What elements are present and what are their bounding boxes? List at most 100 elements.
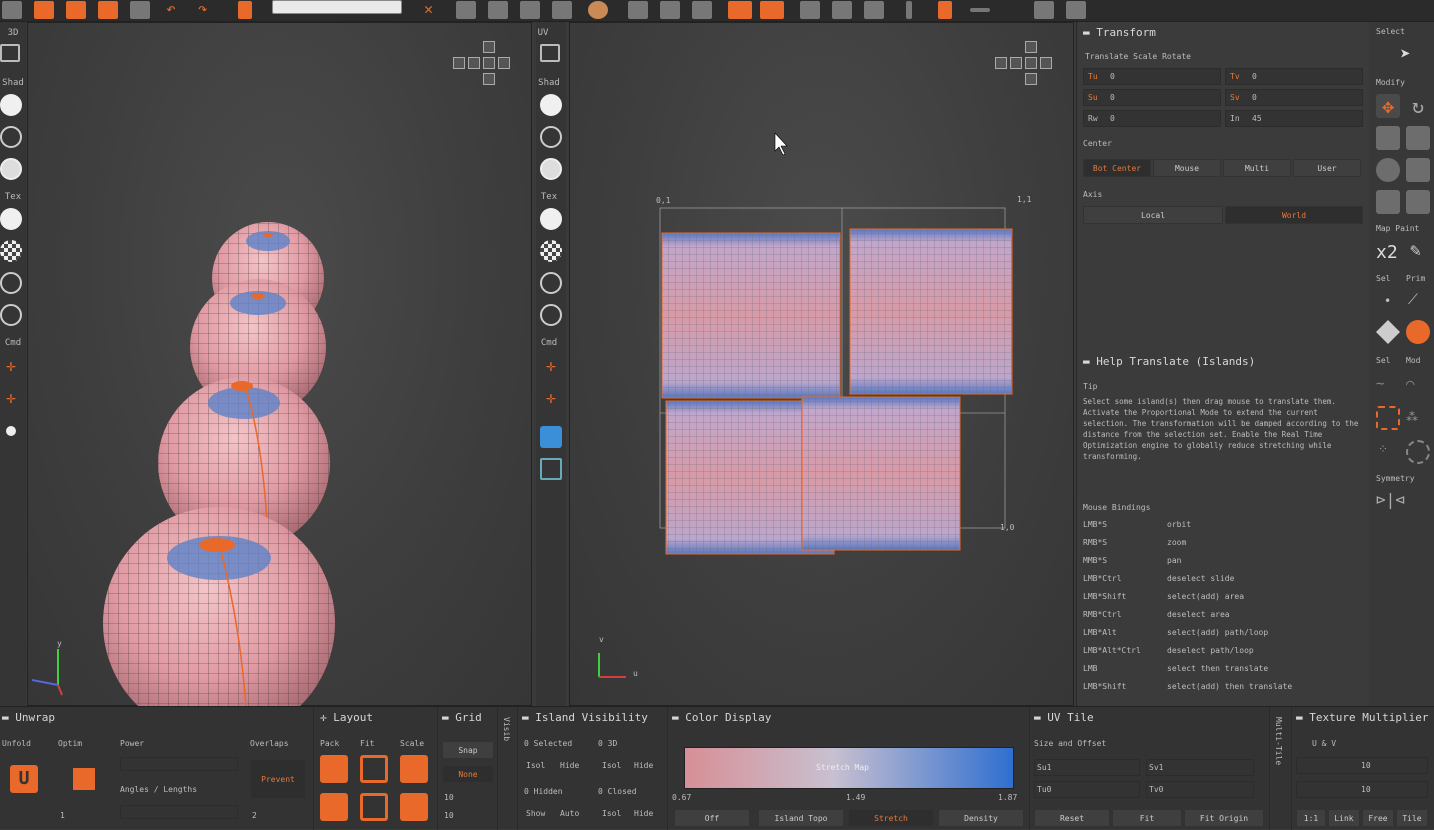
redo-icon[interactable]: ↷ <box>198 1 218 19</box>
fit-tile-button[interactable]: Fit <box>1112 809 1182 827</box>
new-file-icon[interactable] <box>2 1 22 19</box>
optimize-icon[interactable] <box>800 1 820 19</box>
hide-button-1[interactable]: Hide <box>560 761 579 770</box>
reset-button[interactable]: Reset <box>1034 809 1110 827</box>
sv-field[interactable]: Sv 0 <box>1225 89 1363 106</box>
import-icon[interactable] <box>130 1 150 19</box>
uv-rotate-icon[interactable] <box>540 426 562 448</box>
save-as-icon[interactable] <box>98 1 118 19</box>
settings-icon[interactable] <box>1066 1 1086 19</box>
arc-icon[interactable]: ⌒ <box>1406 376 1414 392</box>
fit-button[interactable] <box>360 755 388 783</box>
color-off-button[interactable]: Off <box>674 809 750 827</box>
magnet-icon[interactable] <box>1376 190 1400 214</box>
tv-field[interactable]: Tv 0 <box>1225 68 1363 85</box>
isol-button-3[interactable]: Isol <box>602 809 621 818</box>
uv-wire-icon[interactable] <box>540 126 562 148</box>
uv-shade-icon[interactable] <box>540 94 562 116</box>
multitile-label[interactable]: Multi-Tile <box>1274 717 1283 765</box>
show-button[interactable]: Show <box>526 809 545 818</box>
frame-icon[interactable] <box>0 44 20 62</box>
uv-pack-icon[interactable] <box>540 458 562 480</box>
viewport-uv[interactable]: 0,1 1,1 1,0 v u <box>569 22 1074 706</box>
uv-frame-icon[interactable] <box>540 44 560 62</box>
scale-alt-button[interactable] <box>400 793 428 821</box>
undo-icon[interactable]: ↶ <box>166 1 186 19</box>
hide-button-2[interactable]: Hide <box>634 761 653 770</box>
uv-move-icon[interactable]: ✛ <box>540 356 562 378</box>
center-multi-button[interactable]: Multi <box>1223 159 1291 177</box>
save-icon[interactable] <box>66 1 86 19</box>
line-icon[interactable] <box>970 8 990 12</box>
pivot-icon[interactable]: ✛ <box>0 388 22 410</box>
polygon-icon[interactable] <box>1376 320 1400 344</box>
link-button[interactable]: Link <box>1328 809 1360 827</box>
transform-tabs[interactable]: Translate Scale Rotate <box>1085 52 1191 61</box>
move-view-icon[interactable] <box>488 1 508 19</box>
texture-off-icon[interactable] <box>0 208 22 230</box>
open-folder-icon[interactable] <box>34 1 54 19</box>
brush-icon[interactable]: ✎ <box>1410 240 1421 261</box>
uv-brain-icon[interactable] <box>540 272 562 294</box>
visib-label[interactable]: Visib <box>502 717 511 741</box>
grid-view-icon[interactable] <box>456 1 476 19</box>
snap-button[interactable]: Snap <box>442 741 494 759</box>
fit-origin-button[interactable]: Fit Origin <box>1184 809 1264 827</box>
rw-field[interactable]: Rw 0 <box>1083 110 1221 127</box>
weld-icon[interactable] <box>692 1 712 19</box>
wire-sphere-icon[interactable] <box>0 126 22 148</box>
su-tile-field[interactable]: Su1 <box>1034 759 1140 776</box>
tv-tile-field[interactable]: Tv0 <box>1146 781 1254 798</box>
uv-pivot-icon[interactable]: ✛ <box>540 388 562 410</box>
pack-alt-button[interactable] <box>320 793 348 821</box>
tile-button[interactable]: Tile <box>1396 809 1428 827</box>
hide-button-3[interactable]: Hide <box>634 809 653 818</box>
dot-icon[interactable] <box>6 426 16 436</box>
straighten-icon[interactable] <box>864 1 884 19</box>
sphere-icon[interactable] <box>588 1 608 19</box>
ratio-1-1-button[interactable]: 1:1 <box>1296 809 1326 827</box>
flip-icon[interactable] <box>1406 126 1430 150</box>
vertex-icon[interactable]: • <box>1384 294 1391 308</box>
island-topo-button[interactable]: Island Topo <box>758 809 844 827</box>
uv-island-2[interactable] <box>849 228 1013 395</box>
fit-alt-button[interactable] <box>360 793 388 821</box>
scale-icon[interactable] <box>1376 126 1400 150</box>
power-slider[interactable] <box>120 757 238 771</box>
shade-sphere-icon[interactable] <box>0 94 22 116</box>
globe-icon[interactable] <box>1376 158 1400 182</box>
circle-select-icon[interactable] <box>1406 440 1430 464</box>
stretch-button[interactable]: Stretch <box>848 809 934 827</box>
uv-shaded-wire-icon[interactable] <box>540 158 562 180</box>
texmult-u-field[interactable]: 10 <box>1296 757 1428 774</box>
tu-tile-field[interactable]: Tu0 <box>1034 781 1140 798</box>
unfold-button[interactable]: U <box>10 765 38 793</box>
density-button[interactable]: Density <box>938 809 1024 827</box>
paint-select-icon[interactable]: ⁘ <box>1378 442 1388 456</box>
zero-icon[interactable] <box>0 304 22 326</box>
pin-icon[interactable] <box>906 1 912 19</box>
viewport-3d[interactable]: y <box>27 22 532 707</box>
cut-icon[interactable] <box>238 1 252 19</box>
optimize-button[interactable] <box>70 765 98 793</box>
layout-icon[interactable] <box>1034 1 1054 19</box>
isol-button-1[interactable]: Isol <box>526 761 545 770</box>
unpin-icon[interactable] <box>938 1 952 19</box>
center-user-button[interactable]: User <box>1293 159 1361 177</box>
cut-seam-icon[interactable] <box>660 1 680 19</box>
grid-snap-icon[interactable] <box>832 1 852 19</box>
axis-local-button[interactable]: Local <box>1083 206 1223 224</box>
select-arrow-icon[interactable]: ➤ <box>1400 44 1411 65</box>
lasso-icon[interactable]: ⁂ <box>1406 410 1418 424</box>
edge-icon[interactable]: ⟋ <box>1408 292 1418 308</box>
su-field[interactable]: Su 0 <box>1083 89 1221 106</box>
optim-value[interactable]: 1 <box>60 811 65 820</box>
auto-button[interactable]: Auto <box>560 809 579 818</box>
axis-world-button[interactable]: World <box>1225 206 1363 224</box>
grid-value-1[interactable]: 10 <box>444 793 454 802</box>
prevent-overlaps-button[interactable]: Prevent <box>250 759 306 799</box>
symmetry-icon[interactable]: ⊳|⊲ <box>1376 490 1405 509</box>
isol-button-2[interactable]: Isol <box>602 761 621 770</box>
grid-icon[interactable] <box>1406 158 1430 182</box>
tile-view-icon[interactable] <box>552 1 572 19</box>
